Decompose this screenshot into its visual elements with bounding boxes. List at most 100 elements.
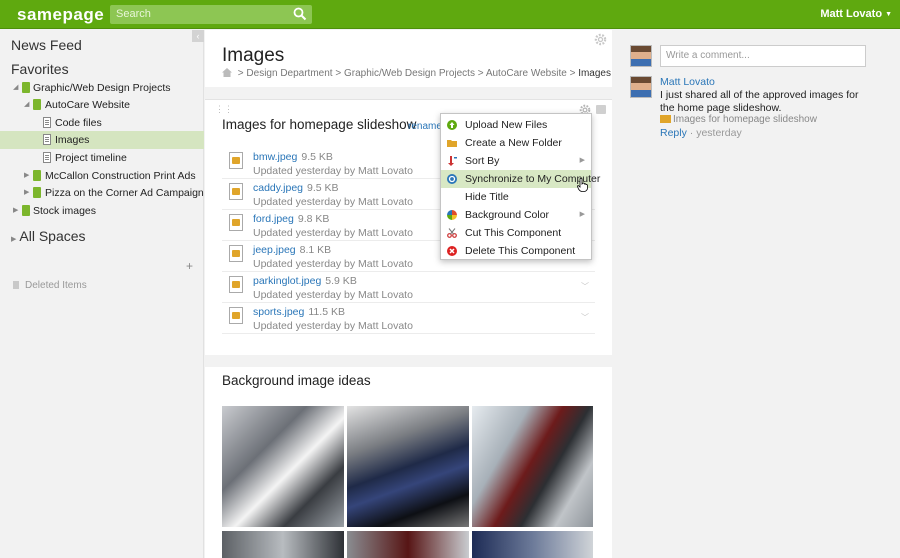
search-icon[interactable] [293, 7, 307, 21]
page-settings-gear-icon[interactable] [594, 33, 607, 46]
reply-link[interactable]: Reply [660, 127, 687, 139]
menu-item-hide-title[interactable]: Hide Title [441, 188, 591, 206]
drag-handle-icon[interactable]: ⋮⋮ [215, 105, 233, 114]
hand-cursor-icon [577, 178, 588, 192]
menu-item-label: Delete This Component [465, 245, 576, 257]
comment-icon[interactable] [596, 105, 606, 114]
breadcrumb-item[interactable]: Design Department [246, 68, 332, 79]
file-name-link[interactable]: caddy.jpeg 9.5 KB [253, 182, 339, 194]
file-meta: Updated yesterday by Matt Lovato [253, 196, 413, 208]
breadcrumb: > Design Department > Graphic/Web Design… [222, 68, 611, 79]
tree-item-label: Pizza on the Corner Ad Campaign [45, 187, 204, 199]
menu-item-sort-by[interactable]: Sort By ▶ [441, 152, 591, 170]
attachment-label: Images for homepage slideshow [673, 114, 817, 125]
file-size: 9.5 KB [301, 151, 333, 163]
search-input[interactable]: Search [110, 5, 312, 24]
component-title: Images for homepage slideshow [222, 117, 417, 132]
nav-all-spaces[interactable]: ▶ All Spaces [11, 228, 86, 244]
file-name-link[interactable]: parkinglot.jpeg 5.9 KB [253, 275, 357, 287]
collapse-sidebar-button[interactable]: ‹ [192, 30, 204, 42]
expanded-arrow-icon[interactable]: ◢ [24, 100, 29, 108]
image-file-icon [229, 307, 243, 324]
tree-item-project-timeline[interactable]: Project timeline [0, 149, 204, 167]
file-row[interactable]: sports.jpeg 11.5 KB Updated yesterday by … [222, 303, 595, 334]
collapsed-arrow-icon[interactable]: ▶ [24, 171, 29, 179]
chevron-left-icon: ‹ [196, 31, 200, 41]
file-size: 9.5 KB [307, 182, 339, 194]
file-size: 11.5 KB [308, 306, 345, 318]
nav-favorites[interactable]: Favorites [11, 61, 69, 77]
collapsed-arrow-icon[interactable]: ▶ [24, 188, 29, 196]
samepage-logo[interactable]: samepage [17, 5, 104, 25]
file-name-link[interactable]: jeep.jpeg 8.1 KB [253, 244, 331, 256]
file-row[interactable]: parkinglot.jpeg 5.9 KB Updated yesterday … [222, 272, 595, 303]
gallery-image[interactable] [472, 406, 593, 527]
file-meta: Updated yesterday by Matt Lovato [253, 320, 413, 332]
collapsed-arrow-icon[interactable]: ▶ [13, 206, 18, 214]
section-divider [205, 87, 612, 99]
tree-item-images[interactable]: Images [0, 131, 204, 149]
menu-item-label: Hide Title [465, 191, 509, 203]
breadcrumb-separator: > [237, 68, 244, 79]
file-size: 8.1 KB [299, 244, 332, 256]
file-meta: Updated yesterday by Matt Lovato [253, 258, 413, 270]
chevron-down-icon: ▼ [885, 11, 892, 18]
file-size: 9.8 KB [297, 213, 330, 225]
tree-item-pizza[interactable]: ▶ Pizza on the Corner Ad Campaign [0, 184, 204, 202]
chevron-down-icon[interactable]: ﹀ [581, 312, 589, 323]
comment-input[interactable]: Write a comment... [660, 45, 866, 67]
gallery-image[interactable] [222, 406, 344, 527]
tree-item-label: AutoCare Website [45, 99, 131, 111]
file-meta: Updated yesterday by Matt Lovato [253, 165, 413, 177]
menu-item-synchronize[interactable]: Synchronize to My Computer [441, 170, 600, 188]
tree-item-graphic-web-design[interactable]: ◢ Graphic/Web Design Projects [0, 79, 204, 97]
gallery-image[interactable] [347, 531, 469, 558]
home-icon[interactable] [222, 68, 232, 77]
submenu-arrow-icon: ▶ [579, 157, 585, 164]
activity-panel: Write a comment... Matt Lovato I just sh… [613, 30, 900, 558]
tree-item-code-files[interactable]: Code files [0, 114, 204, 132]
menu-item-cut-component[interactable]: Cut This Component [441, 224, 591, 242]
comment-time: · yesterday [689, 127, 742, 139]
file-name-link[interactable]: ford.jpeg 9.8 KB [253, 213, 329, 225]
search-placeholder: Search [116, 8, 151, 20]
tree-item-label: Project timeline [55, 152, 127, 164]
rename-link[interactable]: rename [408, 121, 442, 132]
gallery-image[interactable] [472, 531, 593, 558]
menu-item-delete-component[interactable]: Delete This Component [441, 242, 591, 260]
folder-icon [22, 82, 30, 93]
comment-body: I just shared all of the approved images… [660, 89, 859, 114]
comment-author-link[interactable]: Matt Lovato [660, 76, 715, 88]
user-menu[interactable]: Matt Lovato ▼ [820, 8, 892, 20]
submenu-arrow-icon: ▶ [579, 211, 585, 218]
breadcrumb-item[interactable]: AutoCare Website [486, 68, 567, 79]
gallery-image[interactable] [347, 406, 469, 527]
chevron-down-icon[interactable]: ﹀ [581, 281, 589, 292]
expanded-arrow-icon[interactable]: ◢ [13, 83, 18, 91]
add-space-button[interactable]: + [186, 259, 193, 273]
menu-item-label: Cut This Component [465, 227, 562, 239]
file-name-link[interactable]: bmw.jpeg 9.5 KB [253, 151, 333, 163]
collapsed-arrow-icon: ▶ [11, 236, 17, 243]
tree-item-mccallon[interactable]: ▶ McCallon Construction Print Ads [0, 167, 204, 185]
menu-item-label: Upload New Files [465, 119, 548, 131]
gallery-image[interactable] [222, 531, 344, 558]
file-size: 5.9 KB [325, 275, 357, 287]
comment-attachment-link[interactable]: Images for homepage slideshow [660, 114, 817, 125]
upload-icon [447, 120, 457, 130]
tree-item-autocare-website[interactable]: ◢ AutoCare Website [0, 96, 204, 114]
breadcrumb-separator: > [569, 68, 576, 79]
breadcrumb-item[interactable]: Graphic/Web Design Projects [344, 68, 475, 79]
divider [205, 99, 612, 100]
file-meta: Updated yesterday by Matt Lovato [253, 289, 413, 301]
menu-item-background-color[interactable]: Background Color ▶ [441, 206, 591, 224]
menu-item-upload-new-files[interactable]: Upload New Files [441, 116, 591, 134]
menu-item-create-folder[interactable]: Create a New Folder [441, 134, 591, 152]
file-name-link[interactable]: sports.jpeg 11.5 KB [253, 306, 345, 318]
nav-news-feed[interactable]: News Feed [11, 37, 82, 53]
folder-icon [22, 205, 30, 216]
folder-icon [660, 115, 671, 123]
tree-item-stock-images[interactable]: ▶ Stock images [0, 202, 204, 220]
deleted-items-link[interactable]: Deleted Items [25, 280, 87, 291]
tree-item-label: Images [55, 134, 90, 146]
